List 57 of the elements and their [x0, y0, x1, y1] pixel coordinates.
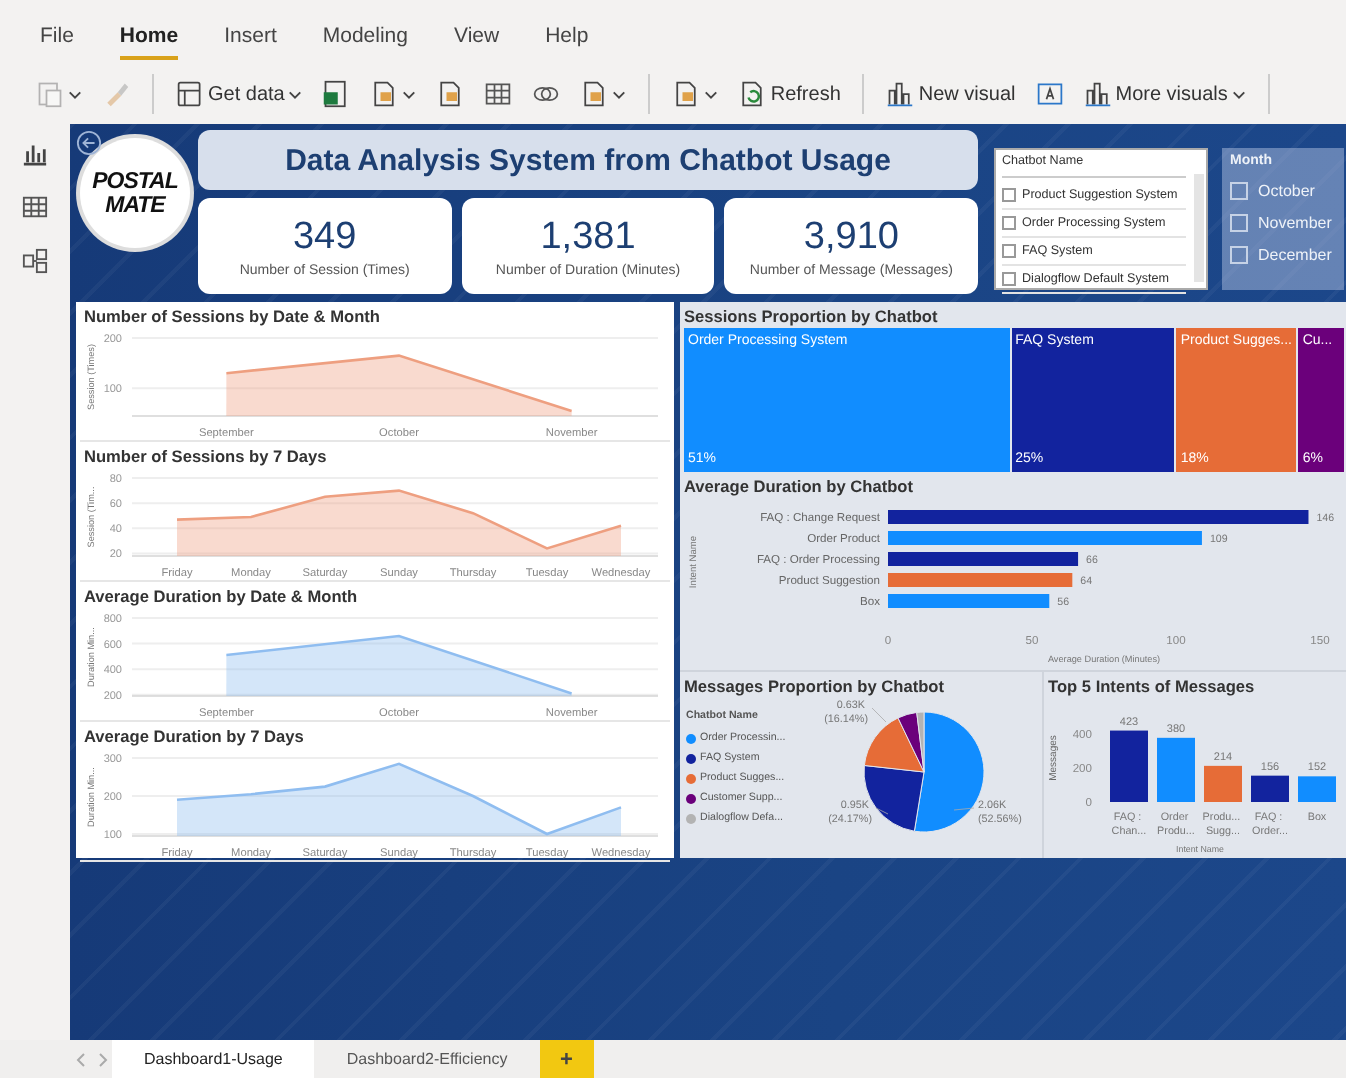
- chart-title: Average Duration by 7 Days: [82, 724, 306, 748]
- menu-tab[interactable]: Insert: [224, 24, 277, 56]
- document-icon[interactable]: [672, 80, 701, 108]
- chart-title: Average Duration by Date & Month: [82, 584, 360, 608]
- slicer-label: October: [1258, 181, 1315, 199]
- bar-chart-icon[interactable]: [22, 140, 48, 166]
- bar: [1110, 730, 1148, 802]
- menu-tab[interactable]: File: [40, 24, 74, 56]
- checkbox[interactable]: [1002, 188, 1016, 202]
- bar: [1204, 765, 1242, 802]
- toolbar-button[interactable]: Refresh: [734, 76, 845, 112]
- logo-text: POSTAL: [92, 169, 178, 193]
- menu-tab[interactable]: Home: [119, 24, 179, 60]
- chart-title: Messages Proportion by Chatbot: [682, 674, 946, 698]
- report-title: Data Analysis System from Chatbot Usage: [198, 130, 978, 190]
- scrollbar[interactable]: [1194, 174, 1204, 282]
- checkbox[interactable]: [1230, 213, 1248, 231]
- checkbox[interactable]: [1002, 244, 1016, 258]
- kpi-value: 349: [292, 215, 357, 259]
- toolbar-button[interactable]: More visuals: [1079, 76, 1250, 112]
- checkbox[interactable]: [1230, 245, 1248, 263]
- toolbar-button[interactable]: Get data: [172, 76, 307, 112]
- chart-title: Sessions Proportion by Chatbot: [682, 304, 940, 328]
- spreadsheet-icon[interactable]: [322, 80, 351, 108]
- checkbox[interactable]: [1002, 216, 1016, 230]
- chart-title: Number of Sessions by 7 Days: [82, 444, 329, 468]
- add-page-button[interactable]: +: [539, 1040, 594, 1078]
- table-icon[interactable]: [484, 80, 513, 108]
- menu-tab[interactable]: Help: [545, 24, 589, 56]
- slicer-label: November: [1258, 213, 1332, 231]
- toolbar-button[interactable]: New visual: [882, 76, 1020, 112]
- chart-icon[interactable]: [886, 80, 915, 108]
- bar: [1251, 775, 1289, 802]
- page-tab[interactable]: Dashboard2-Efficiency: [314, 1040, 540, 1078]
- document-icon[interactable]: [370, 80, 399, 108]
- checkbox[interactable]: [1002, 272, 1016, 286]
- page-tab[interactable]: Dashboard1-Usage: [112, 1040, 315, 1078]
- kpi-value: 3,910: [803, 215, 899, 259]
- chart-title: Average Duration by Chatbot: [682, 474, 915, 498]
- kpi-value: 1,381: [540, 215, 636, 259]
- logo-text: MATE: [105, 193, 165, 217]
- menu-tab[interactable]: View: [454, 24, 500, 56]
- menu-tab[interactable]: Modeling: [322, 24, 408, 56]
- refresh-icon[interactable]: [738, 80, 767, 108]
- bar: [1298, 776, 1336, 802]
- document-icon[interactable]: [580, 80, 609, 108]
- textbox-icon[interactable]: [1035, 80, 1064, 108]
- chart-title: Top 5 Intents of Messages: [1046, 674, 1257, 698]
- chart-title: Number of Sessions by Date & Month: [82, 304, 382, 328]
- checkbox[interactable]: [1230, 181, 1248, 199]
- model-icon[interactable]: [22, 248, 48, 274]
- bar: [1157, 737, 1195, 802]
- chart-icon[interactable]: [1083, 80, 1112, 108]
- document-icon[interactable]: [436, 80, 465, 108]
- slicer-label: December: [1258, 245, 1332, 263]
- table-icon[interactable]: [22, 194, 48, 220]
- back-icon[interactable]: [76, 130, 102, 156]
